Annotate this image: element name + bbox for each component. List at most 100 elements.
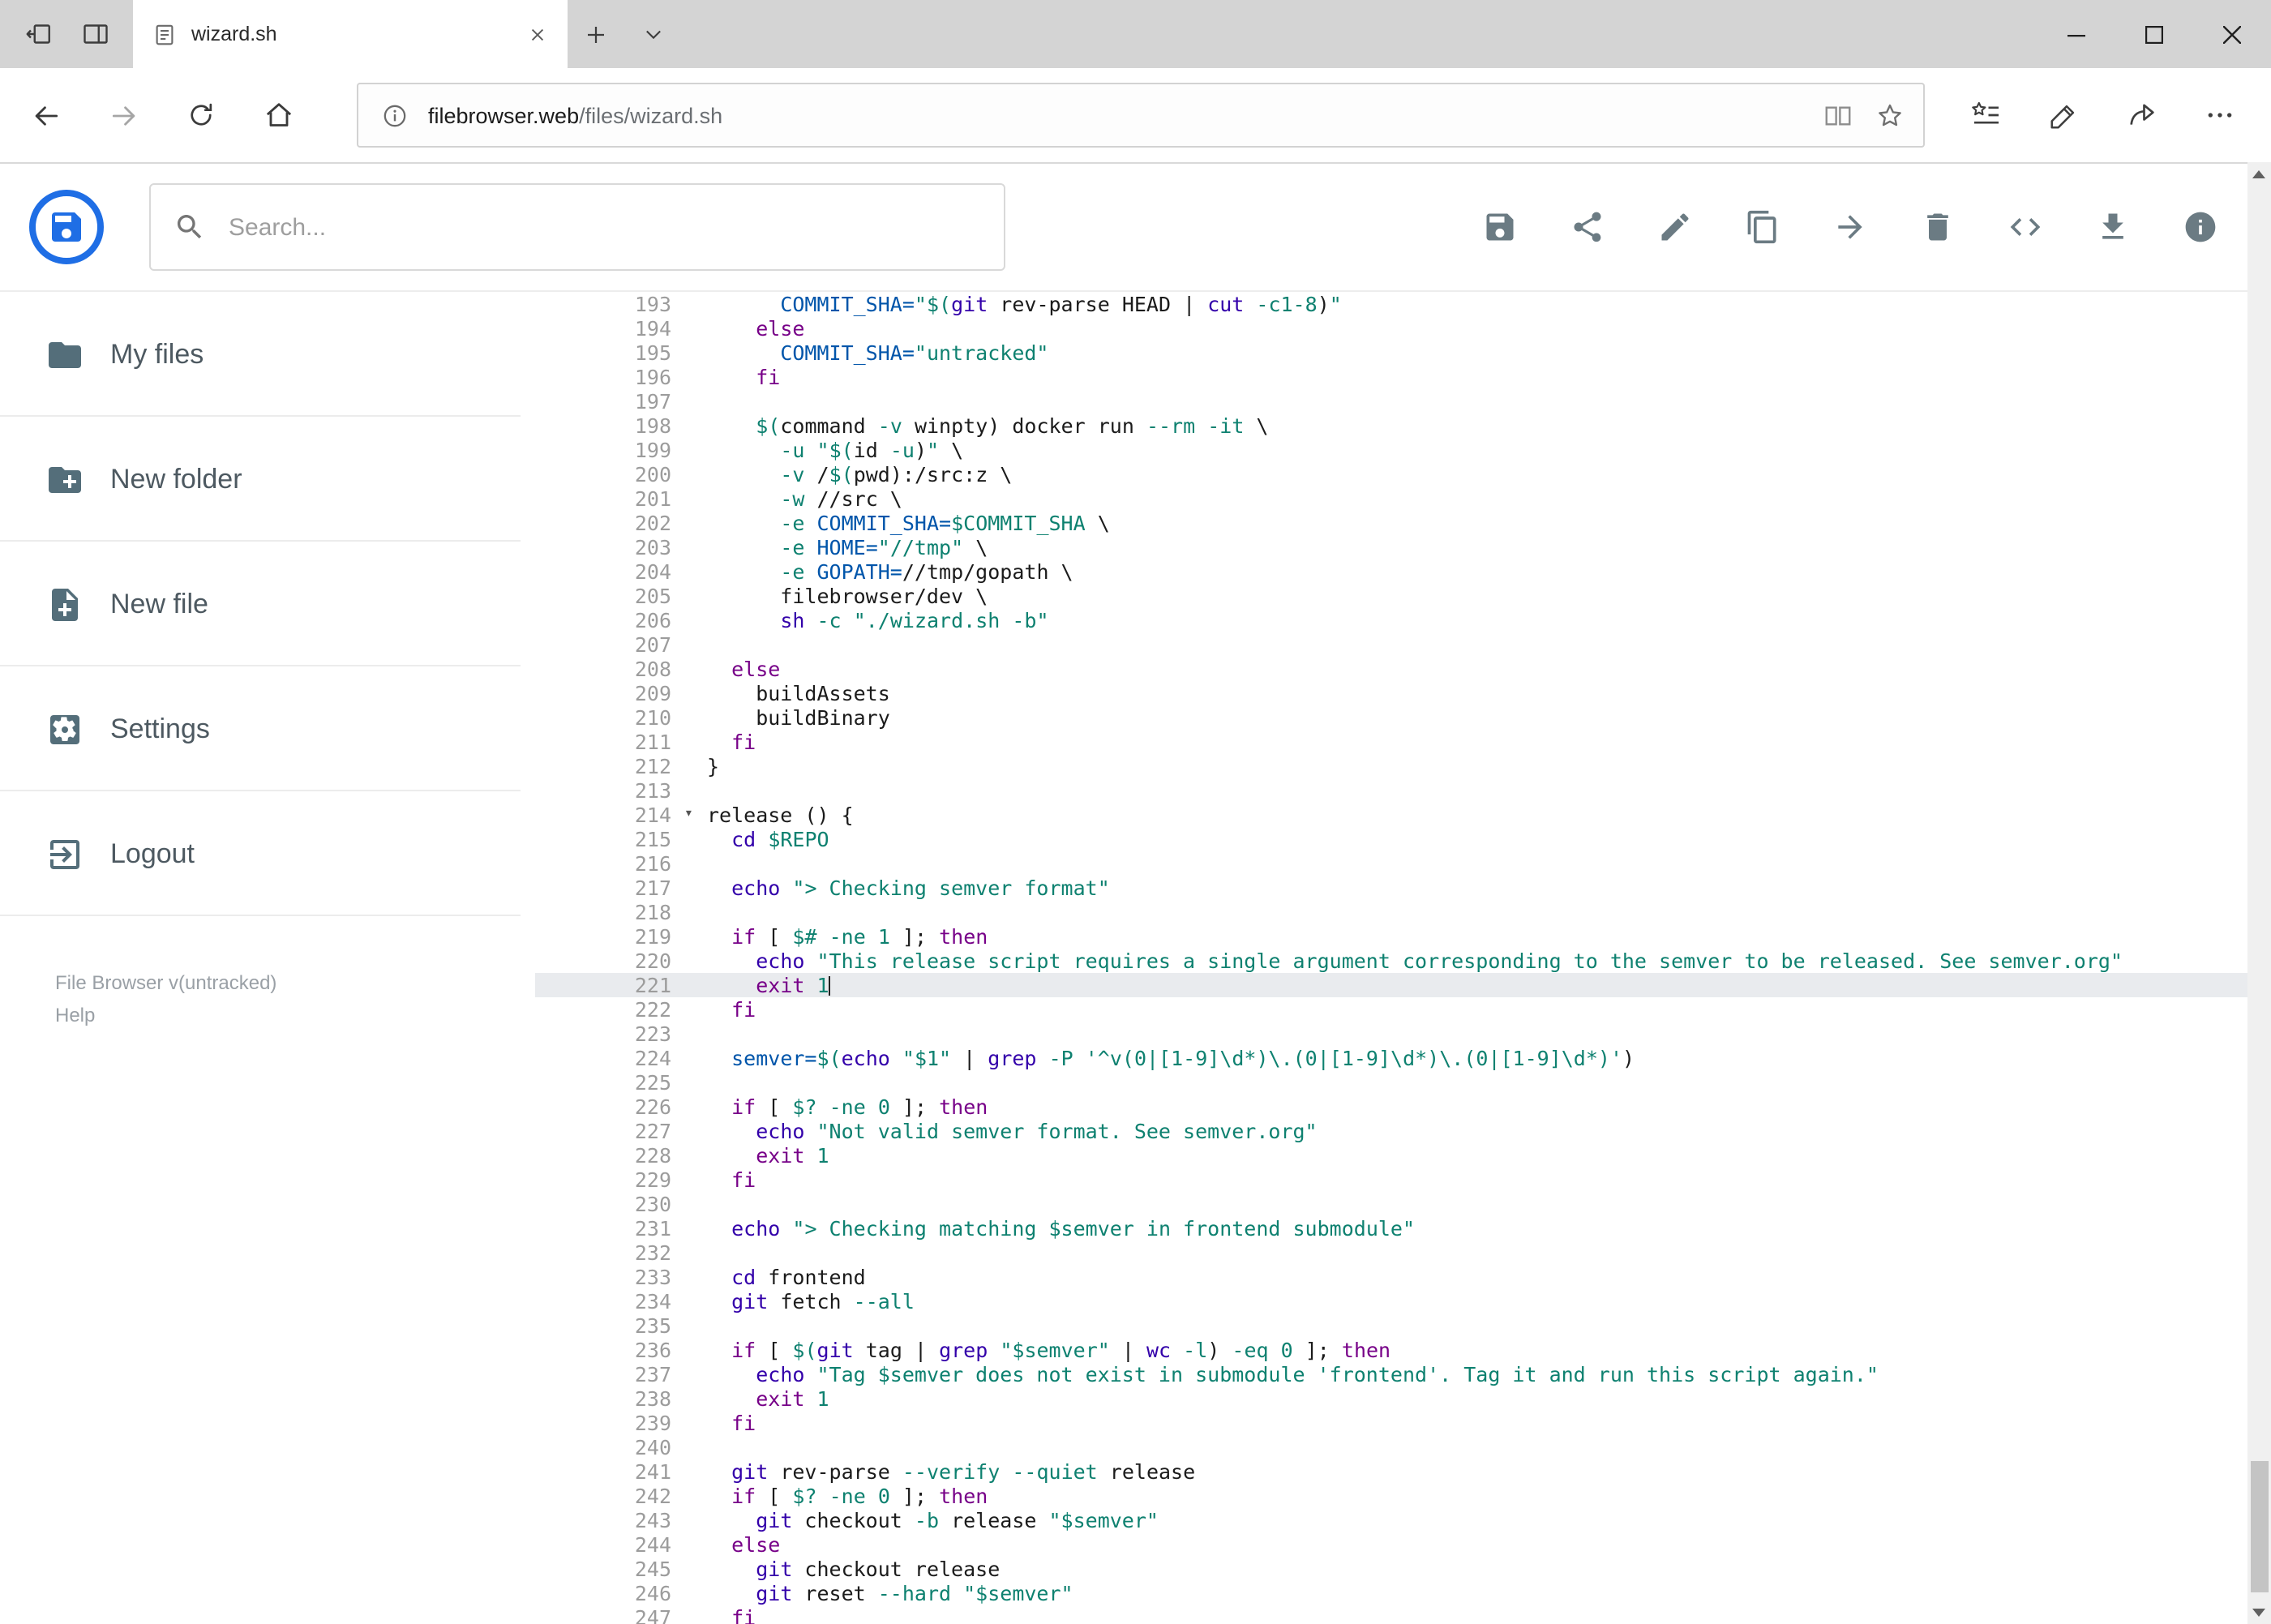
code-line[interactable]: 223 [535, 1022, 2271, 1046]
delete-button[interactable] [1893, 183, 1981, 271]
code-line[interactable]: 240 [535, 1435, 2271, 1459]
code-line[interactable]: 197 [535, 389, 2271, 413]
code-line[interactable]: 239 fi [535, 1411, 2271, 1435]
scrollbar-track[interactable] [2247, 186, 2271, 1600]
code-editor[interactable]: 193 COMMIT_SHA="$(git rev-parse HEAD | c… [535, 292, 2271, 1624]
code-line[interactable]: 205 filebrowser/dev \ [535, 584, 2271, 608]
code-line[interactable]: 204 -e GOPATH=//tmp/gopath \ [535, 559, 2271, 584]
back-icon[interactable] [6, 78, 84, 152]
code-line[interactable]: 212} [535, 754, 2271, 778]
filebrowser-logo[interactable] [28, 188, 105, 266]
forward-icon[interactable] [84, 78, 162, 152]
copy-button[interactable] [1718, 183, 1806, 271]
browser-tab[interactable]: wizard.sh [133, 0, 568, 68]
code-line[interactable]: 206 sh -c "./wizard.sh -b" [535, 608, 2271, 632]
refresh-icon[interactable] [162, 78, 240, 152]
code-line[interactable]: 243 git checkout -b release "$semver" [535, 1508, 2271, 1532]
address-bar[interactable]: filebrowser.web/files/wizard.sh [357, 83, 1924, 148]
minimize-button[interactable] [2037, 0, 2115, 68]
scroll-down-icon[interactable] [2247, 1600, 2271, 1624]
sidebar-item-settings[interactable]: Settings [0, 666, 535, 791]
code-line[interactable]: 238 exit 1 [535, 1386, 2271, 1411]
code-line[interactable]: 237 echo "Tag $semver does not exist in … [535, 1362, 2271, 1386]
code-line[interactable]: 224 semver=$(echo "$1" | grep -P '^v(0|[… [535, 1046, 2271, 1070]
more-menu-icon[interactable] [2180, 78, 2258, 152]
search-box[interactable] [149, 183, 1005, 271]
home-icon[interactable] [240, 78, 318, 152]
site-info-icon[interactable] [375, 89, 413, 141]
code-line[interactable]: 201 -w //src \ [535, 486, 2271, 511]
save-button[interactable] [1455, 183, 1543, 271]
code-line[interactable]: 203 -e HOME="//tmp" \ [535, 535, 2271, 559]
web-note-pen-icon[interactable] [2025, 78, 2102, 152]
share-page-icon[interactable] [2102, 78, 2180, 152]
close-button[interactable] [2193, 0, 2271, 68]
code-line[interactable]: 214 ▾ release () { [535, 803, 2271, 827]
code-line[interactable]: 195 COMMIT_SHA="untracked" [535, 341, 2271, 365]
add-favorite-star-icon[interactable] [1864, 89, 1916, 141]
set-tabs-aside-icon[interactable] [10, 0, 66, 68]
sidebar-item-logout[interactable]: Logout [0, 791, 535, 916]
sidebar-item-my-files[interactable]: My files [0, 292, 535, 417]
sidebar-item-new-folder[interactable]: New folder [0, 417, 535, 542]
code-line[interactable]: 220 echo "This release script requires a… [535, 949, 2271, 973]
code-line[interactable]: 225 [535, 1070, 2271, 1095]
code-line[interactable]: 241 git rev-parse --verify --quiet relea… [535, 1459, 2271, 1484]
code-line[interactable]: 209 buildAssets [535, 681, 2271, 705]
code-line[interactable]: 193 COMMIT_SHA="$(git rev-parse HEAD | c… [535, 292, 2271, 316]
code-line[interactable]: 226 if [ $? -ne 0 ]; then [535, 1095, 2271, 1119]
code-line[interactable]: 246 git reset --hard "$semver" [535, 1581, 2271, 1605]
code-line[interactable]: 208 else [535, 657, 2271, 681]
code-line[interactable]: 211 fi [535, 730, 2271, 754]
download-button[interactable] [2068, 183, 2156, 271]
code-line[interactable]: 227 echo "Not valid semver format. See s… [535, 1119, 2271, 1143]
code-line[interactable]: 198 $(command -v winpty) docker run --rm… [535, 413, 2271, 438]
code-line[interactable]: 200 -v /$(pwd):/src:z \ [535, 462, 2271, 486]
code-line[interactable]: 232 [535, 1240, 2271, 1265]
code-line[interactable]: 245 git checkout release [535, 1557, 2271, 1581]
code-line[interactable]: 247 fi [535, 1605, 2271, 1624]
code-line[interactable]: 207 [535, 632, 2271, 657]
rename-button[interactable] [1630, 183, 1718, 271]
code-line[interactable]: 218 [535, 900, 2271, 924]
code-line[interactable]: 231 echo "> Checking matching $semver in… [535, 1216, 2271, 1240]
code-line[interactable]: 236 if [ $(git tag | grep "$semver" | wc… [535, 1338, 2271, 1362]
move-button[interactable] [1806, 183, 1893, 271]
tab-close-icon[interactable] [516, 13, 558, 55]
tab-preview-chevron-icon[interactable] [624, 0, 681, 68]
code-line[interactable]: 233 cd frontend [535, 1265, 2271, 1289]
code-line[interactable]: 221 exit 1 [535, 973, 2271, 997]
scroll-up-icon[interactable] [2247, 162, 2271, 186]
scrollbar-thumb[interactable] [2250, 1461, 2268, 1592]
code-line[interactable]: 235 [535, 1313, 2271, 1338]
code-line[interactable]: 216 [535, 851, 2271, 876]
fold-marker-icon[interactable]: ▾ [684, 803, 707, 827]
code-line[interactable]: 196 fi [535, 365, 2271, 389]
code-line[interactable]: 242 if [ $? -ne 0 ]; then [535, 1484, 2271, 1508]
switch-view-code-button[interactable] [1981, 183, 2068, 271]
code-line[interactable]: 217 echo "> Checking semver format" [535, 876, 2271, 900]
search-input[interactable] [225, 212, 981, 242]
url-text[interactable]: filebrowser.web/files/wizard.sh [428, 103, 1812, 127]
code-line[interactable]: 229 fi [535, 1168, 2271, 1192]
new-tab-button[interactable] [568, 0, 624, 68]
hub-favorites-icon[interactable] [1947, 78, 2025, 152]
code-line[interactable]: 228 exit 1 [535, 1143, 2271, 1168]
code-line[interactable]: 199 -u "$(id -u)" \ [535, 438, 2271, 462]
sidebar-item-new-file[interactable]: New file [0, 542, 535, 666]
code-line[interactable]: 230 [535, 1192, 2271, 1216]
code-line[interactable]: 219 if [ $# -ne 1 ]; then [535, 924, 2271, 949]
page-scrollbar[interactable] [2247, 162, 2271, 1624]
code-line[interactable]: 194 else [535, 316, 2271, 341]
share-button[interactable] [1543, 183, 1630, 271]
code-line[interactable]: 213 [535, 778, 2271, 803]
code-line[interactable]: 202 -e COMMIT_SHA=$COMMIT_SHA \ [535, 511, 2271, 535]
code-line[interactable]: 244 else [535, 1532, 2271, 1557]
info-button[interactable] [2156, 183, 2243, 271]
tabs-set-aside-icon[interactable] [66, 0, 123, 68]
help-link[interactable]: Help [55, 1004, 535, 1026]
code-line[interactable]: 234 git fetch --all [535, 1289, 2271, 1313]
code-line[interactable]: 222 fi [535, 997, 2271, 1022]
code-line[interactable]: 215 cd $REPO [535, 827, 2271, 851]
code-line[interactable]: 210 buildBinary [535, 705, 2271, 730]
